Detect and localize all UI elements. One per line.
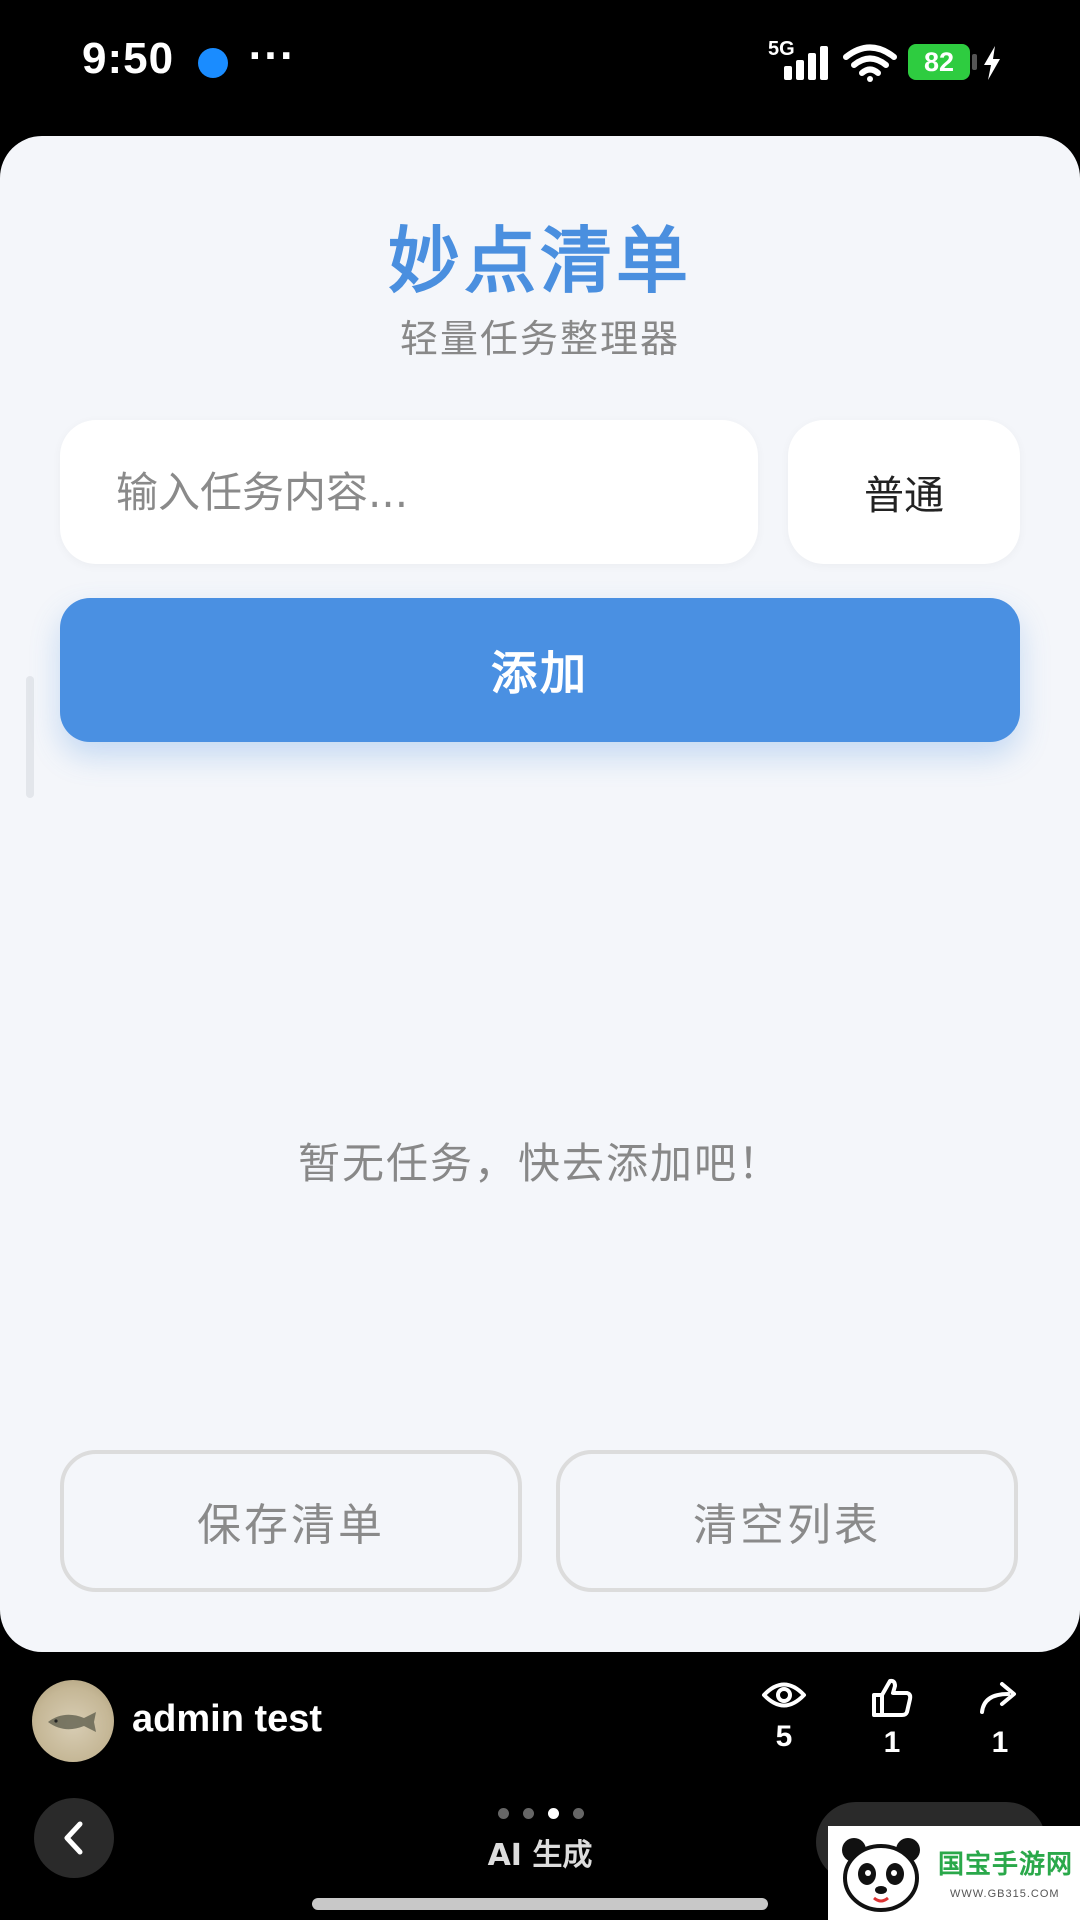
add-button-label: 添加 xyxy=(491,646,589,700)
priority-select[interactable]: 普通 xyxy=(788,420,1020,564)
app-title: 妙点清单 xyxy=(387,219,692,303)
page-dot-active xyxy=(548,1808,559,1819)
save-list-button[interactable]: 保存清单 xyxy=(60,1450,522,1592)
signal-icon xyxy=(784,46,828,80)
fish-icon xyxy=(48,1712,96,1732)
panda-logo-icon xyxy=(842,1838,920,1912)
page-indicator xyxy=(498,1808,584,1819)
views-stat[interactable]: 5 xyxy=(744,1678,824,1754)
clear-button-label: 清空列表 xyxy=(693,1500,881,1551)
status-bar: 9:50 ··· 5G 82 xyxy=(0,0,1080,130)
share-arrow-icon xyxy=(980,1682,1016,1714)
battery-indicator: 82 xyxy=(908,44,970,80)
notification-dot-icon xyxy=(198,48,228,78)
shares-stat[interactable]: 1 xyxy=(960,1678,1040,1760)
watermark-url: WWW.GB315.COM xyxy=(950,1888,1060,1900)
home-indicator[interactable] xyxy=(312,1898,768,1910)
shares-count: 1 xyxy=(991,1726,1009,1759)
likes-stat[interactable]: 1 xyxy=(852,1678,932,1760)
add-task-button[interactable]: 添加 xyxy=(60,598,1020,742)
views-count: 5 xyxy=(775,1720,793,1753)
eye-icon xyxy=(762,1682,806,1708)
avatar[interactable] xyxy=(32,1680,114,1762)
status-time: 9:50 xyxy=(82,34,175,83)
watermark: 国宝手游网 WWW.GB315.COM xyxy=(828,1826,1080,1920)
watermark-text: 国宝手游网 xyxy=(938,1850,1074,1880)
scroll-indicator xyxy=(26,676,34,798)
charging-icon xyxy=(984,46,1000,80)
page-dot xyxy=(573,1808,584,1819)
app-card: 妙点清单 轻量任务整理器 普通 添加 暂无任务，快去添加吧！ 保存清单 清空列表 xyxy=(0,136,1080,1652)
thumbs-up-icon xyxy=(872,1678,913,1717)
page-dot xyxy=(498,1808,509,1819)
likes-count: 1 xyxy=(883,1726,901,1759)
save-button-label: 保存清单 xyxy=(197,1500,385,1551)
author-bar: admin test 5 1 1 xyxy=(0,1670,1080,1780)
battery-cap xyxy=(972,54,977,70)
battery-level: 82 xyxy=(923,46,955,77)
wifi-icon xyxy=(843,44,897,82)
app-subtitle: 轻量任务整理器 xyxy=(399,317,680,361)
page-dot xyxy=(523,1808,534,1819)
clear-list-button[interactable]: 清空列表 xyxy=(556,1450,1018,1592)
author-name[interactable]: admin test xyxy=(132,1698,322,1741)
task-input[interactable] xyxy=(60,420,758,564)
priority-value: 普通 xyxy=(864,473,944,519)
empty-state-message: 暂无任务，快去添加吧！ xyxy=(297,1139,782,1188)
more-notifications-icon: ··· xyxy=(248,36,296,77)
